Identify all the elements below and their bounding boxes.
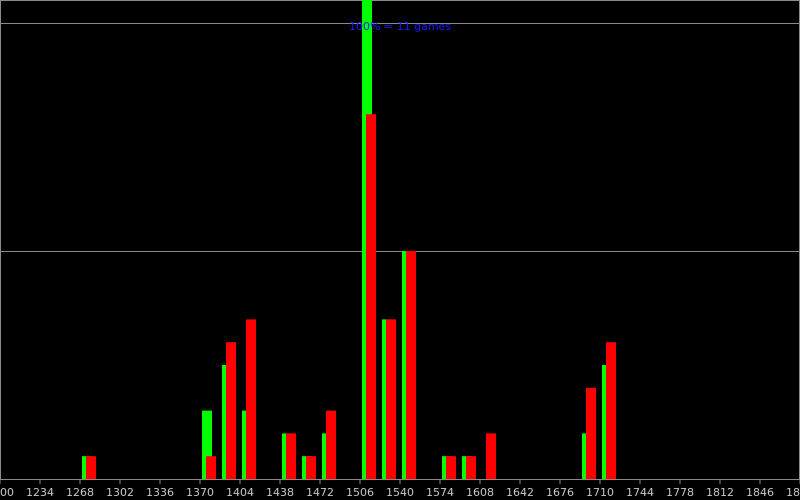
x-tick-label: 1778 bbox=[666, 486, 694, 499]
x-tick-label: 1608 bbox=[466, 486, 494, 499]
x-tick-label: 1370 bbox=[186, 486, 214, 499]
x-tick-label: 1506 bbox=[346, 486, 374, 499]
x-tick-label: 1846 bbox=[746, 486, 774, 499]
x-tick-label: 1472 bbox=[306, 486, 334, 499]
bar-series-2 bbox=[486, 433, 496, 479]
x-tick-label: 1710 bbox=[586, 486, 614, 499]
bar-series-2 bbox=[86, 456, 96, 479]
x-tick-label: 00 bbox=[0, 486, 14, 499]
x-tick-label: 1268 bbox=[66, 486, 94, 499]
bar-series-2 bbox=[366, 114, 376, 479]
x-tick-label: 1336 bbox=[146, 486, 174, 499]
bar-series-2 bbox=[286, 433, 296, 479]
x-tick-label: 1812 bbox=[706, 486, 734, 499]
x-axis: 00 1234 1268 1302 1336 1370 1404 1438 1472 1506 15… bbox=[0, 479, 800, 499]
x-tick-label: 1540 bbox=[386, 486, 414, 499]
x-tick-label: 1642 bbox=[506, 486, 534, 499]
x-tick-label: 1404 bbox=[226, 486, 254, 499]
x-tick-label: 1438 bbox=[266, 486, 294, 499]
x-tick-label: 1574 bbox=[426, 486, 454, 499]
x-tick-label: 1744 bbox=[626, 486, 654, 499]
x-tick-label: 18 bbox=[786, 486, 800, 499]
x-tick-label: 1234 bbox=[26, 486, 54, 499]
bar-series-2 bbox=[466, 456, 476, 479]
bar-series-2 bbox=[306, 456, 316, 479]
bar-series-2 bbox=[326, 410, 336, 479]
bar-series-2 bbox=[226, 342, 236, 479]
bar-series-2 bbox=[586, 387, 596, 479]
bar-series-2 bbox=[206, 456, 216, 479]
gridlines bbox=[0, 0, 800, 480]
bars bbox=[82, 0, 616, 479]
plot-frame bbox=[0, 0, 800, 480]
bar-series-2 bbox=[606, 342, 616, 479]
scale-annotation: 100% = 11 games bbox=[349, 20, 451, 33]
bar-series-2 bbox=[246, 319, 256, 479]
bar-series-2 bbox=[386, 319, 396, 479]
chart-area: 00 1234 1268 1302 1336 1370 1404 1438 1472 1506 15… bbox=[0, 0, 800, 500]
x-tick-label: 1302 bbox=[106, 486, 134, 499]
bar-series-2 bbox=[406, 251, 416, 479]
bar-series-2 bbox=[446, 456, 456, 479]
histogram-chart: 00 1234 1268 1302 1336 1370 1404 1438 1472 1506 15… bbox=[0, 0, 800, 499]
x-tick-label: 1676 bbox=[546, 486, 574, 499]
